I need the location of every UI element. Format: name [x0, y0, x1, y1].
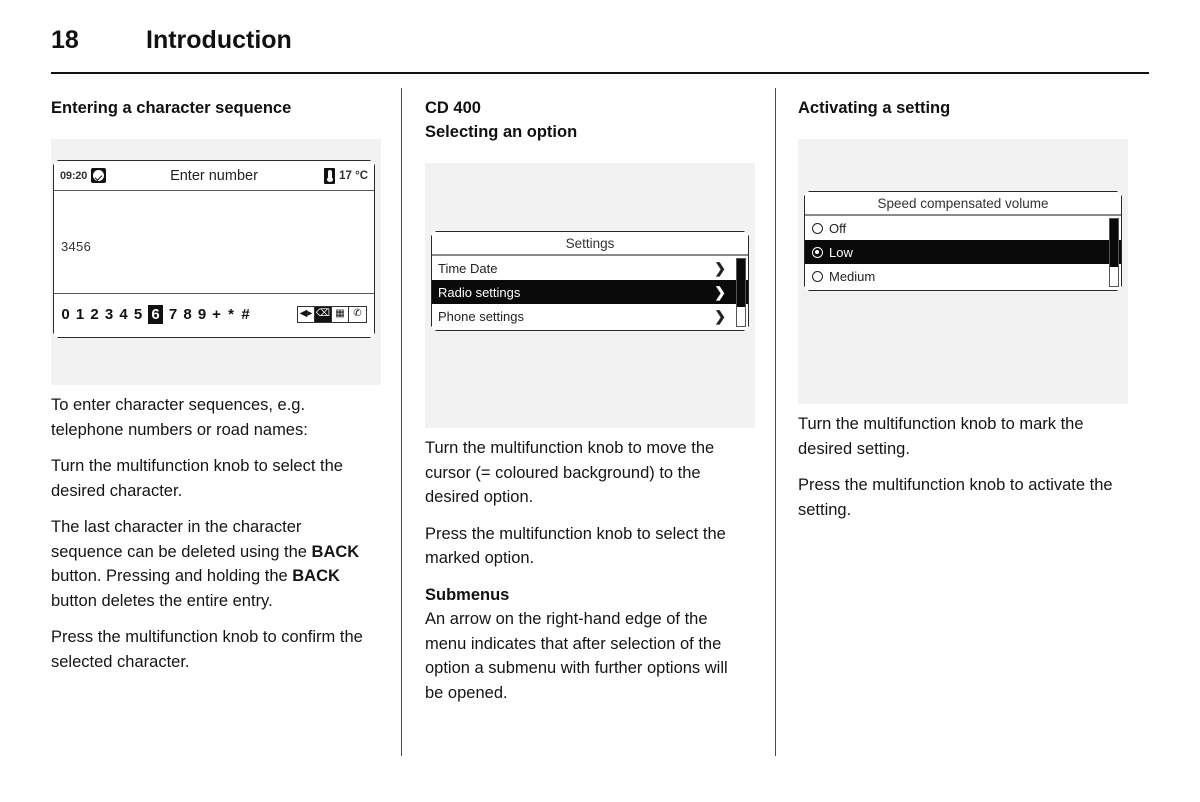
header-rule: [51, 72, 1149, 74]
radio-option-label: Off: [829, 220, 847, 236]
body-copy-middle: Turn the multifunction knob to move the …: [425, 436, 755, 705]
menu-title: Settings: [432, 232, 748, 256]
paragraph: An arrow on the right-hand edge of the m…: [425, 610, 728, 702]
radio-button-selected-icon: [812, 246, 823, 258]
figure-speed-compensated-volume: Speed compensated volume Off Low Medium: [798, 139, 1128, 404]
lcd-screen-phone-entry: 09:20 Enter number 17 °C 3456 0 1 2 3 4 …: [52, 159, 376, 339]
paragraph: Press the multifunction knob to activate…: [798, 476, 1113, 519]
thermometer-icon: [324, 167, 336, 184]
chevron-right-icon: ❯: [714, 260, 726, 276]
radio-button-icon: [812, 222, 823, 234]
radio-option-low[interactable]: Low: [805, 240, 1121, 264]
text-part: button deletes the entire entry.: [51, 591, 273, 610]
character-plus[interactable]: +: [212, 306, 221, 323]
menu-title: Speed compensated volume: [805, 192, 1121, 216]
lcd-title: Enter number: [170, 167, 258, 184]
character-9[interactable]: 9: [198, 306, 207, 323]
keyboard-icon[interactable]: ▦: [332, 306, 349, 322]
character-list[interactable]: 0 1 2 3 4 5 6 7 8 9 + * #: [61, 304, 297, 324]
radio-option-off[interactable]: Off: [805, 216, 1121, 240]
clock-icon: [91, 168, 107, 183]
paragraph-back-button: The last character in the character sequ…: [51, 515, 376, 613]
radio-option-label: Low: [829, 244, 853, 260]
page-number: 18: [51, 25, 79, 54]
character-4[interactable]: 4: [119, 306, 128, 323]
paragraph: To enter character sequences, e.g. telep…: [51, 396, 308, 439]
figure-phone-entry: 09:20 Enter number 17 °C 3456 0 1 2 3 4 …: [51, 139, 381, 385]
radio-scrollbar[interactable]: [1109, 218, 1119, 287]
sub-heading-submenus: Submenus: [425, 585, 510, 604]
radio-button-icon: [812, 270, 823, 282]
paragraph: Press the multifunction knob to select t…: [425, 524, 726, 568]
lcd-character-row: 0 1 2 3 4 5 6 7 8 9 + * # ◀▸ ⌫ ▦ ✆: [54, 294, 374, 334]
menu-item-label: Time Date: [438, 260, 498, 276]
radio-option-label: Medium: [829, 268, 876, 284]
phone-handset-icon[interactable]: ✆: [349, 306, 366, 322]
text-part: The last character in the character sequ…: [51, 518, 312, 561]
text-part: button. Pressing and holding the: [51, 567, 293, 585]
column-divider-left: [401, 88, 402, 756]
character-6-selected[interactable]: 6: [148, 304, 163, 324]
body-copy-right: Turn the multifunction knob to mark the …: [798, 412, 1128, 522]
menu-item-radio-settings[interactable]: Radio settings ❯: [432, 280, 748, 304]
manual-page: 18 Introduction Entering a character seq…: [0, 0, 1200, 802]
paragraph: Press the multifunction knob to confirm …: [51, 628, 363, 671]
menu-item-label: Phone settings: [438, 308, 525, 324]
entered-number-value: 3456: [61, 239, 92, 254]
character-asterisk[interactable]: *: [227, 306, 236, 323]
status-temperature: 17 °C: [339, 169, 368, 182]
menu-item-phone-settings[interactable]: Phone settings ❯: [432, 304, 748, 328]
page-header: 18 Introduction: [51, 22, 1151, 58]
page-title: Introduction: [146, 25, 292, 54]
column-middle: CD 400 Selecting an option Settings Time…: [425, 88, 755, 705]
back-button-label: BACK: [311, 542, 360, 561]
column-left: Entering a character sequence 09:20 Ente…: [51, 88, 381, 674]
arrows-icon[interactable]: ◀▸: [298, 306, 315, 322]
lcd-action-icon-strip: ◀▸ ⌫ ▦ ✆: [297, 305, 367, 323]
character-8[interactable]: 8: [183, 306, 192, 323]
radio-scrollbar-thumb[interactable]: [1110, 219, 1118, 268]
column-right: Activating a setting Speed compensated v…: [798, 88, 1128, 522]
status-left: 09:20: [60, 168, 140, 183]
section-heading-cd400-selecting-an-option: CD 400 Selecting an option: [425, 99, 578, 141]
lcd-screen-speed-compensated-volume: Speed compensated volume Off Low Medium: [803, 190, 1123, 292]
menu-scrollbar[interactable]: [736, 258, 746, 327]
paragraph: Turn the multifunction knob to mark the …: [798, 415, 1084, 458]
status-right: 17 °C: [288, 167, 368, 184]
column-divider-right: [775, 88, 776, 756]
body-copy-left: To enter character sequences, e.g. telep…: [51, 393, 381, 674]
chevron-right-icon: ❯: [714, 284, 726, 300]
menu-item-label: Radio settings: [438, 284, 521, 300]
section-heading-activating-a-setting: Activating a setting: [798, 99, 951, 117]
status-time: 09:20: [60, 169, 88, 182]
character-7[interactable]: 7: [169, 306, 178, 323]
menu-item-time-date[interactable]: Time Date ❯: [432, 256, 748, 280]
lcd-screen-settings-menu: Settings Time Date ❯ Radio settings ❯ Ph…: [430, 230, 750, 332]
chevron-right-icon: ❯: [714, 308, 726, 324]
menu-list: Time Date ❯ Radio settings ❯ Phone setti…: [432, 256, 748, 329]
lcd-entry-body: 3456: [54, 191, 374, 294]
paragraph: Turn the multifunction knob to move the …: [425, 439, 715, 506]
character-hash[interactable]: #: [241, 306, 250, 323]
character-5[interactable]: 5: [134, 306, 143, 323]
character-0[interactable]: 0: [61, 306, 70, 323]
character-2[interactable]: 2: [90, 306, 99, 323]
radio-option-list: Off Low Medium: [805, 216, 1121, 289]
back-button-label: BACK: [292, 567, 340, 585]
lcd-status-bar: 09:20 Enter number 17 °C: [54, 161, 374, 191]
character-1[interactable]: 1: [76, 306, 85, 323]
paragraph: Turn the multifunction knob to select th…: [51, 457, 343, 500]
backspace-icon[interactable]: ⌫: [315, 306, 332, 322]
radio-option-medium[interactable]: Medium: [805, 264, 1121, 288]
section-heading-entering-character-sequence: Entering a character sequence: [51, 99, 292, 117]
character-3[interactable]: 3: [105, 306, 114, 323]
figure-settings-menu: Settings Time Date ❯ Radio settings ❯ Ph…: [425, 163, 755, 428]
menu-scrollbar-thumb[interactable]: [737, 259, 745, 308]
